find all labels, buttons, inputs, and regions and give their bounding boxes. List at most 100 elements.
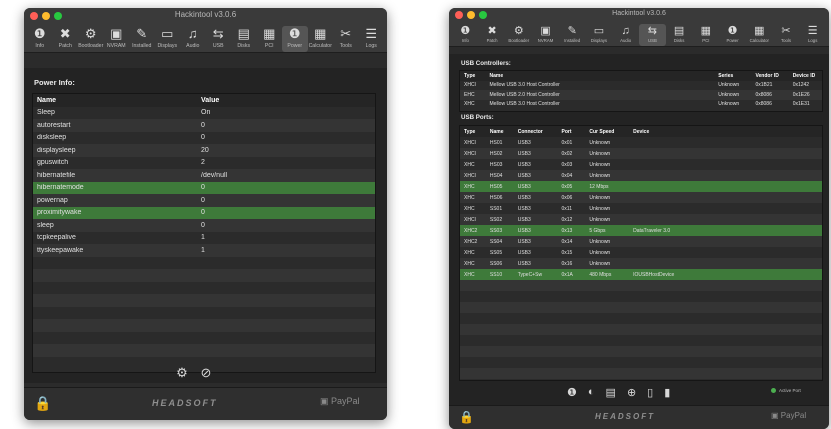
toolbar-patch-button[interactable]: ✖ Patch [479, 24, 506, 46]
column-header[interactable]: Name [33, 97, 197, 104]
table-row[interactable]: XHC SS06 USB3 0x16 Unknown [460, 258, 822, 269]
table-row[interactable]: XHC SS01 USB3 0x11 Unknown [460, 203, 822, 214]
table-row[interactable]: XHC Mellow USB 3.0 Host Controller Unknown… [460, 100, 822, 110]
logs-icon: ☰ [365, 26, 378, 41]
toolbar-bootloader-button[interactable]: ⚙ Bootloader [78, 26, 104, 52]
table-row[interactable]: Sleep On [33, 107, 375, 120]
table-row[interactable]: XHC HS05 USB3 0x05 12 Mbps [460, 181, 822, 192]
column-header[interactable]: Device [629, 129, 822, 135]
toolbar-patch-button[interactable]: ✖ Patch [53, 26, 79, 52]
toolbar-displays-button[interactable]: ▭ Displays [586, 24, 613, 46]
table-cell: 20 [201, 146, 209, 154]
refresh-icon[interactable]: ◐ [588, 386, 595, 399]
power-table[interactable]: Name Value Sleep On autorestart 0 disksleep 0 di… [32, 93, 376, 373]
usb-controllers-table[interactable]: Type Name Series Vendor ID Device ID XHCI Mell… [459, 70, 823, 112]
table-row[interactable]: XHCI SS02 USB3 0x12 Unknown [460, 214, 822, 225]
status-dot [771, 388, 776, 393]
toolbar-pci-button[interactable]: ▦ PCI [257, 26, 283, 52]
table-cell: Mellow USB 2.0 Host Controller [489, 91, 560, 98]
toolbar-disks-button[interactable]: ▤ Disks [231, 26, 257, 52]
toolbar-bootloader-button[interactable]: ⚙ Bootloader [505, 24, 532, 46]
info-icon[interactable]: ❶ [567, 386, 577, 399]
table-row[interactable]: powernap 0 [33, 194, 375, 207]
paypal-donate[interactable]: ▣ PayPal [771, 411, 806, 420]
table-row[interactable]: XHC2 SS04 USB3 0x14 Unknown [460, 236, 822, 247]
toolbar-nvram-button[interactable]: ▣ NVRAM [532, 24, 559, 46]
table-row[interactable]: XHC SS10 TypeC+Sw 0x1A 480 Mbps IOUSBHostDevi… [460, 269, 822, 280]
column-header[interactable]: Cur Speed [585, 129, 629, 135]
column-header[interactable]: Device ID [789, 73, 822, 79]
toolbar-usb-button[interactable]: ⇆ USB [206, 26, 232, 52]
toolbar-label: Info [461, 38, 469, 43]
table-cell: Unknown [589, 205, 611, 212]
table-row[interactable]: displaysleep 20 [33, 144, 375, 157]
toolbar-power-button[interactable]: ❶ Power [719, 24, 746, 46]
toolbar-usb-button[interactable]: ⇆ USB [639, 24, 666, 46]
toolbar-displays-button[interactable]: ▭ Displays [155, 26, 181, 52]
table-cell: Unknown [589, 260, 611, 267]
table-row[interactable]: hibernatefile/dev/null [33, 169, 375, 182]
table-row[interactable]: EHC Mellow USB 2.0 Host Controller Unknown… [460, 90, 822, 100]
table-cell: 0x06 [561, 194, 573, 201]
table-cell: 0 [201, 134, 205, 142]
toolbar-tools-button[interactable]: ✂ Tools [773, 24, 800, 46]
column-header[interactable]: Port [558, 129, 586, 135]
column-header[interactable]: Series [714, 73, 751, 79]
export-icon[interactable]: ▤ [606, 386, 616, 399]
toolbar-label: Power [287, 43, 303, 49]
toolbar-audio-button[interactable]: ♫ Audio [612, 24, 639, 46]
table-cell: HS02 [489, 150, 503, 157]
toolbar-installed-button[interactable]: ✎ Installed [559, 24, 586, 46]
toolbar-disks-button[interactable]: ▤ Disks [666, 24, 693, 46]
column-header[interactable]: Type [460, 73, 486, 79]
toolbar-tools-button[interactable]: ✂ Tools [333, 26, 359, 52]
column-header[interactable]: Vendor ID [751, 73, 788, 79]
toolbar-nvram-button[interactable]: ▣ NVRAM [104, 26, 130, 52]
table-row[interactable]: proximitywake 0 [33, 206, 375, 219]
reset-icon[interactable]: ⊘ [196, 365, 216, 381]
table-cell: XHC2 [464, 227, 478, 234]
table-cell: XHCI [464, 139, 476, 146]
table-row[interactable]: XHCI Mellow USB 3.0 Host Controller Unknow… [460, 81, 822, 91]
table-row[interactable]: XHC2 SS03 USB3 0x13 5 Gbps DataTraveler 3.0 [460, 225, 822, 236]
table-row[interactable]: disksleep 0 [33, 132, 375, 145]
table-row[interactable]: XHC HS06 USB3 0x06 Unknown [460, 192, 822, 203]
table-row[interactable]: autorestart 0 [33, 119, 375, 132]
empty-row [33, 307, 375, 320]
toolbar-info-button[interactable]: ❶ Info [452, 24, 479, 46]
toolbar-info-button[interactable]: ❶ Info [27, 26, 53, 52]
lock-icon[interactable]: 🔒 [34, 395, 51, 412]
toolbar-audio-button[interactable]: ♫ Audio [180, 26, 206, 52]
lock-icon[interactable]: 🔒 [459, 410, 474, 424]
toolbar-power-button[interactable]: ❶ Power [282, 26, 308, 52]
document-icon[interactable]: ▯ [647, 386, 653, 399]
table-row[interactable]: ttyskeepawake 1 [33, 244, 375, 257]
table-row[interactable]: XHC HS03 USB3 0x03 Unknown [460, 159, 822, 170]
toolbar-calculator-button[interactable]: ▦ Calculator [308, 26, 334, 52]
table-row[interactable]: hibernatemode 0 [33, 181, 375, 194]
usb-ports-table[interactable]: Type Name Connector Port Cur Speed Device XHCI… [459, 125, 823, 381]
table-cell: 480 Mbps [589, 271, 612, 278]
table-cell: HS05 [489, 183, 503, 190]
column-header[interactable]: Connector [514, 129, 558, 135]
toolbar-logs-button[interactable]: ☰ Logs [799, 24, 826, 46]
table-row[interactable]: XHCI HS02 USB3 0x02 Unknown [460, 148, 822, 159]
table-row[interactable]: XHCI HS04 USB3 0x04 Unknown [460, 170, 822, 181]
toolbar-logs-button[interactable]: ☰ Logs [359, 26, 385, 52]
table-row[interactable]: tcpkeepalive 1 [33, 232, 375, 245]
table-row[interactable]: gpuswitch 2 [33, 157, 375, 170]
paypal-donate[interactable]: ▣ PayPal [320, 396, 360, 407]
toolbar-installed-button[interactable]: ✎ Installed [129, 26, 155, 52]
column-header[interactable]: Value [197, 97, 371, 104]
gear-icon[interactable]: ⚙ [172, 365, 192, 381]
add-icon[interactable]: ⊕ [627, 386, 636, 399]
toolbar-pci-button[interactable]: ▦ PCI [692, 24, 719, 46]
table-row[interactable]: sleep 0 [33, 219, 375, 232]
column-header[interactable]: Type [460, 129, 486, 135]
table-row[interactable]: XHCI HS01 USB3 0x01 Unknown [460, 137, 822, 148]
column-header[interactable]: Name [486, 129, 514, 135]
save-icon[interactable]: ▮ [664, 386, 670, 399]
column-header[interactable]: Name [486, 73, 715, 79]
toolbar-calculator-button[interactable]: ▦ Calculator [746, 24, 773, 46]
table-row[interactable]: XHC SS05 USB3 0x15 Unknown [460, 247, 822, 258]
